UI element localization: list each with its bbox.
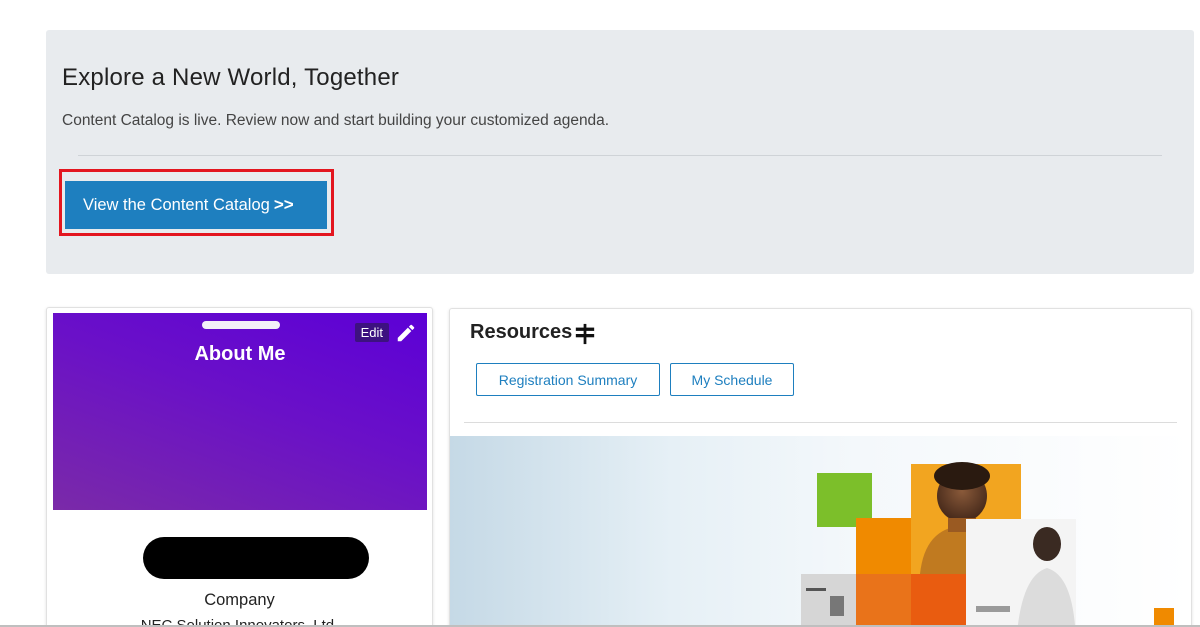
about-me-title: About Me — [194, 343, 286, 365]
view-content-catalog-button[interactable]: View the Content Catalog >> — [65, 181, 327, 229]
promo-image — [450, 436, 1191, 627]
banner-divider — [78, 155, 1162, 156]
resources-title: Resources — [470, 321, 573, 343]
my-schedule-button[interactable]: My Schedule — [670, 363, 794, 396]
redacted-name — [143, 537, 369, 579]
orange-tile — [856, 518, 911, 574]
promo-collage — [801, 462, 1174, 627]
about-me-card: Edit About Me Company NEC Solution Innov… — [46, 307, 433, 627]
resources-card: Resources Registration Summary My Schedu… — [449, 308, 1192, 627]
pencil-icon[interactable] — [395, 322, 417, 344]
banner-subtitle: Content Catalog is live. Review now and … — [62, 112, 610, 129]
resources-divider — [464, 422, 1177, 423]
registration-summary-button[interactable]: Registration Summary — [476, 363, 660, 396]
accent-tile — [911, 574, 966, 627]
badge-slot — [202, 321, 280, 329]
about-me-header: Edit About Me — [53, 313, 427, 510]
welcome-banner: Explore a New World, Together Content Ca… — [46, 30, 1194, 274]
catalog-button-arrows: >> — [273, 195, 294, 214]
lower-orange-tile — [856, 574, 911, 627]
banner-title: Explore a New World, Together — [62, 64, 400, 91]
signpost-icon — [575, 323, 595, 345]
edit-chip[interactable]: Edit — [354, 323, 389, 342]
catalog-button-label: View the Content Catalog — [83, 196, 270, 214]
company-label: Company — [204, 591, 275, 609]
workshop-tile — [801, 574, 856, 627]
